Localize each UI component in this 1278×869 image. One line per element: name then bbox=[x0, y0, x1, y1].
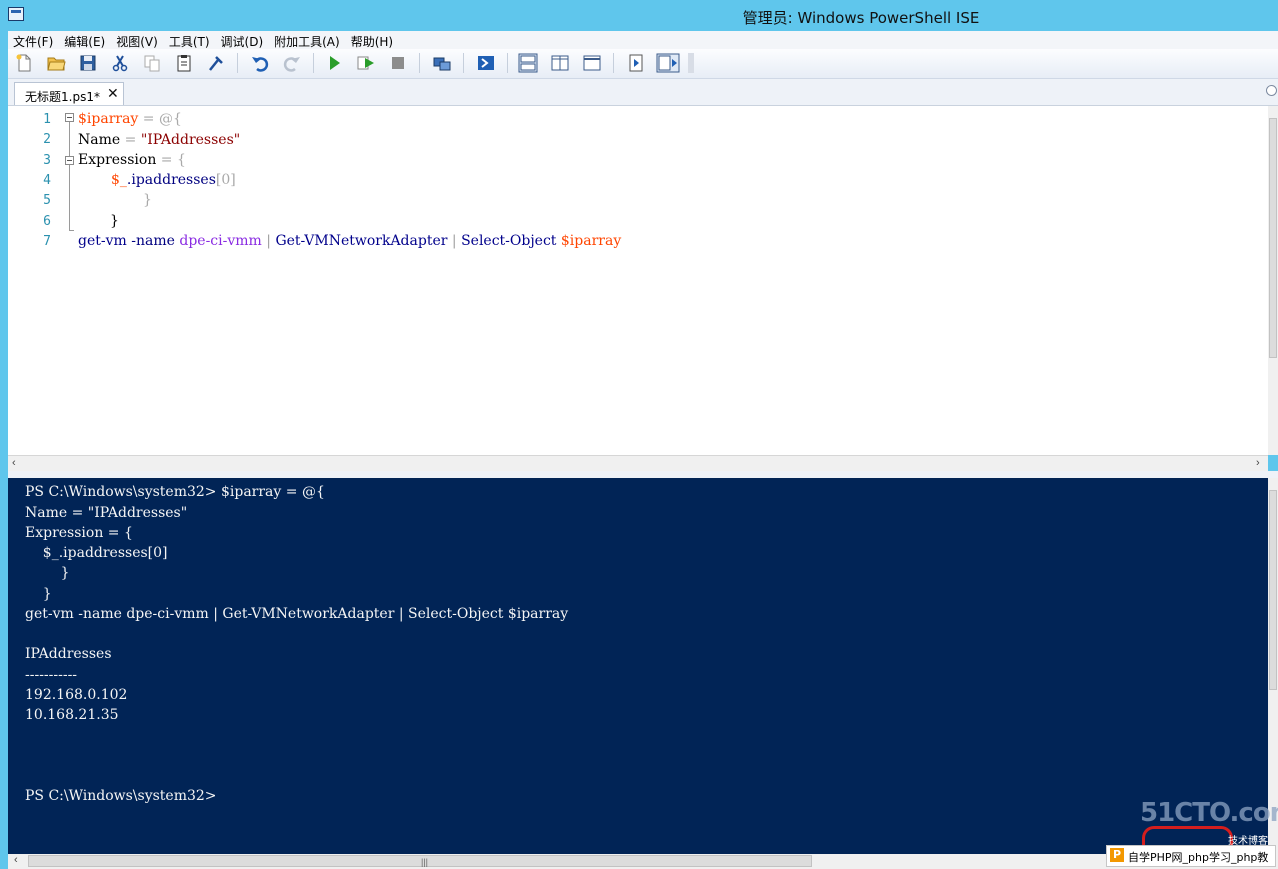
console-horizontal-scrollbar[interactable]: ‹ ||| bbox=[8, 854, 1278, 869]
toolbar-separator bbox=[237, 53, 238, 73]
toolbar bbox=[8, 49, 1278, 79]
menu-file[interactable]: 文件(F) bbox=[8, 31, 59, 50]
layout-max-icon[interactable] bbox=[582, 53, 602, 73]
fold-guide bbox=[69, 165, 70, 230]
line-number: 3 bbox=[43, 153, 51, 168]
run-icon[interactable] bbox=[324, 53, 344, 73]
script-editor[interactable]: 1 2 3 4 5 6 7 $iparray = @{ Name = "IPAd… bbox=[8, 106, 1268, 455]
console-line: $_.ipaddresses[0] bbox=[25, 545, 168, 561]
open-icon[interactable] bbox=[46, 53, 66, 73]
cut-icon[interactable] bbox=[110, 53, 130, 73]
scroll-left-icon[interactable]: ‹ bbox=[14, 854, 18, 866]
line-number: 5 bbox=[43, 193, 51, 208]
undo-icon[interactable] bbox=[250, 53, 270, 73]
console-output-divider: ----------- bbox=[25, 667, 78, 683]
toolbar-separator bbox=[419, 53, 420, 73]
scroll-right-icon[interactable]: › bbox=[1256, 457, 1260, 469]
close-icon[interactable]: ✕ bbox=[107, 85, 119, 102]
console-line: } bbox=[25, 586, 52, 602]
code-line-6: } bbox=[110, 213, 119, 229]
powershell-icon[interactable] bbox=[476, 53, 496, 73]
fold-toggle-icon[interactable] bbox=[65, 156, 74, 165]
console-prompt[interactable]: PS C:\Windows\system32> bbox=[25, 788, 217, 804]
watermark-bar-text: 自学PHP网_php学习_php教 bbox=[1128, 851, 1269, 864]
console-line: get-vm -name dpe-ci-vmm | Get-VMNetworkA… bbox=[25, 606, 569, 622]
line-number-gutter: 1 2 3 4 5 6 7 bbox=[8, 106, 58, 455]
fold-guide-end bbox=[69, 230, 74, 231]
console-line: PS C:\Windows\system32> $iparray = @{ bbox=[25, 484, 325, 500]
console-line: Expression = { bbox=[25, 525, 133, 541]
console-pane[interactable]: PS C:\Windows\system32> $iparray = @{ Na… bbox=[8, 478, 1268, 854]
toolbar-separator bbox=[507, 53, 508, 73]
fold-toggle-icon[interactable] bbox=[65, 113, 74, 122]
code-line-7: get-vm -name dpe-ci-vmm | Get-VMNetworkA… bbox=[78, 233, 622, 249]
watermark-p-icon: P bbox=[1110, 848, 1124, 862]
menu-view[interactable]: 视图(V) bbox=[111, 31, 164, 50]
code-line-3: Expression = { bbox=[78, 152, 186, 168]
scroll-thumb[interactable] bbox=[1269, 118, 1277, 358]
line-number: 6 bbox=[43, 214, 51, 229]
line-number: 4 bbox=[43, 173, 51, 188]
new-icon[interactable] bbox=[14, 53, 34, 73]
fold-guide bbox=[69, 122, 70, 156]
watermark-bar: P 自学PHP网_php学习_php教 bbox=[1106, 845, 1276, 867]
script-tab-strip: 无标题1.ps1* ✕ bbox=[8, 79, 1278, 106]
copy-icon[interactable] bbox=[142, 53, 162, 73]
window-title: 管理员: Windows PowerShell ISE bbox=[742, 9, 980, 27]
toolbar-overflow[interactable] bbox=[688, 53, 694, 73]
toolbar-separator bbox=[313, 53, 314, 73]
toolbar-separator bbox=[613, 53, 614, 73]
grip-icon: ||| bbox=[421, 857, 429, 867]
code-line-2: Name = "IPAddresses" bbox=[78, 132, 241, 148]
menu-addons[interactable]: 附加工具(A) bbox=[269, 31, 346, 50]
paste-icon[interactable] bbox=[174, 53, 194, 73]
run-selection-icon[interactable] bbox=[356, 53, 376, 73]
console-line: } bbox=[25, 565, 70, 581]
code-line-5: } bbox=[143, 192, 152, 208]
code-line-4: $_.ipaddresses[0] bbox=[111, 172, 236, 188]
show-commands-icon[interactable] bbox=[626, 53, 646, 73]
redo-icon[interactable] bbox=[282, 53, 302, 73]
console-output-value: 192.168.0.102 bbox=[25, 687, 128, 703]
clear-icon[interactable] bbox=[206, 53, 226, 73]
console-output-header: IPAddresses bbox=[25, 646, 112, 662]
scroll-thumb[interactable] bbox=[1269, 490, 1277, 690]
editor-vertical-scrollbar[interactable] bbox=[1268, 106, 1278, 455]
remote-icon[interactable] bbox=[432, 53, 452, 73]
menu-help[interactable]: 帮助(H) bbox=[346, 31, 399, 50]
tab-label: 无标题1.ps1* bbox=[25, 90, 100, 104]
command-addon-icon[interactable] bbox=[656, 53, 680, 73]
line-number: 2 bbox=[43, 132, 51, 147]
tab-untitled1[interactable]: 无标题1.ps1* ✕ bbox=[14, 82, 124, 105]
menu-debug[interactable]: 调试(D) bbox=[216, 31, 270, 50]
pane-splitter[interactable] bbox=[8, 471, 1278, 478]
code-line-1: $iparray = @{ bbox=[78, 111, 182, 127]
scroll-thumb[interactable]: ||| bbox=[28, 855, 812, 867]
menu-bar: 文件(F) 编辑(E) 视图(V) 工具(T) 调试(D) 附加工具(A) 帮助(H) bbox=[8, 31, 1278, 49]
scroll-left-icon[interactable]: ‹ bbox=[12, 457, 16, 469]
save-icon[interactable] bbox=[78, 53, 98, 73]
line-number: 7 bbox=[43, 234, 51, 249]
menu-tools[interactable]: 工具(T) bbox=[164, 31, 216, 50]
toolbar-separator bbox=[463, 53, 464, 73]
menu-edit[interactable]: 编辑(E) bbox=[59, 31, 111, 50]
line-number: 1 bbox=[43, 112, 51, 127]
watermark-site: 51CTO.com bbox=[1140, 798, 1278, 828]
layout-top-icon[interactable] bbox=[518, 53, 538, 73]
editor-horizontal-scrollbar[interactable]: ‹ › bbox=[8, 455, 1268, 472]
collapse-script-pane-icon[interactable] bbox=[1266, 85, 1277, 96]
stop-icon[interactable] bbox=[388, 53, 408, 73]
console-line: Name = "IPAddresses" bbox=[25, 505, 188, 521]
console-output-value: 10.168.21.35 bbox=[25, 707, 119, 723]
title-bar: 管理员: Windows PowerShell ISE bbox=[0, 0, 1278, 31]
layout-right-icon[interactable] bbox=[550, 53, 570, 73]
